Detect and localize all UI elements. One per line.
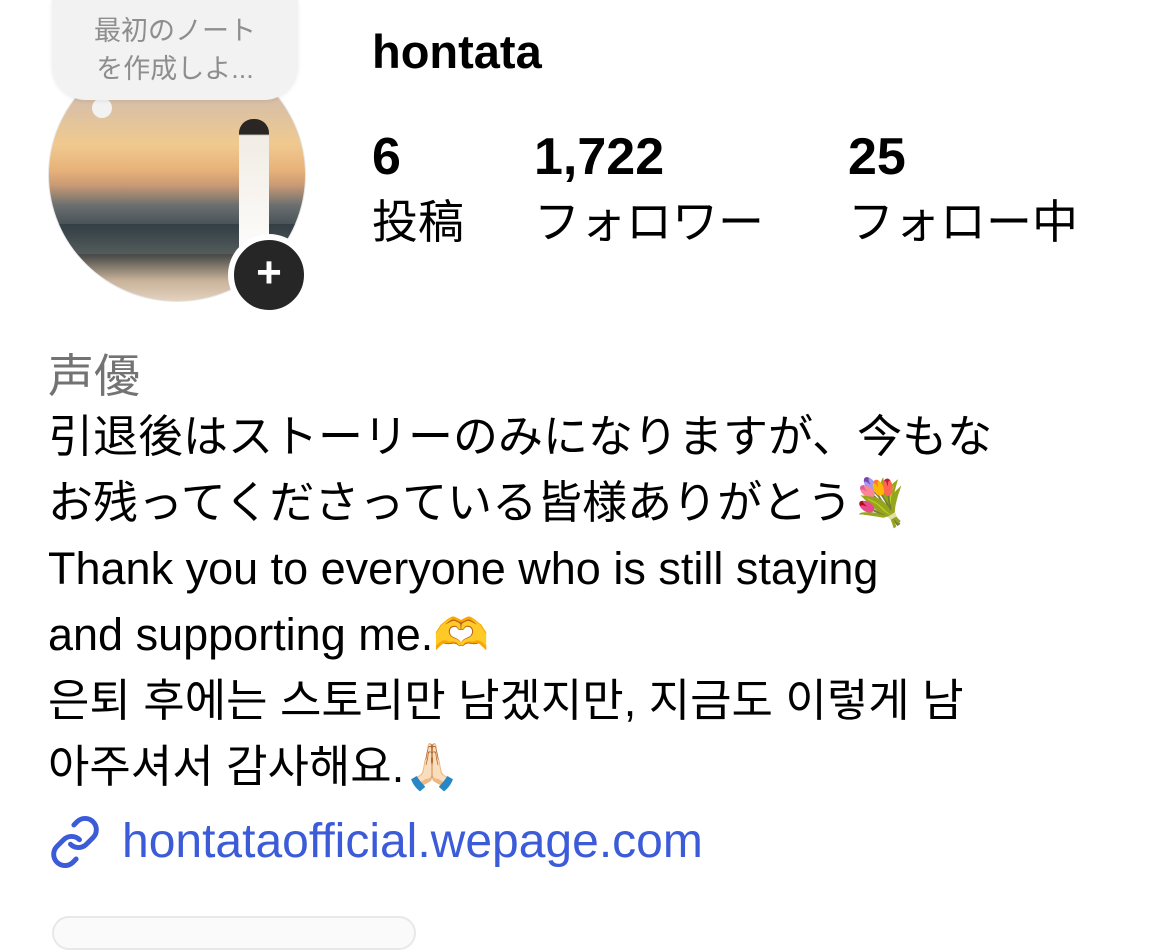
bio-line: Thank you to everyone who is still stayi… [48, 543, 879, 594]
edit-profile-button[interactable] [52, 916, 416, 950]
note-text-line2: を作成しよ... [96, 54, 254, 84]
bio-line: 引退後はストーリーのみになりますが、今もな [48, 411, 993, 462]
profile-bio: 引退後はストーリーのみになりますが、今もな お残ってくださっている皆様ありがとう… [48, 404, 1138, 800]
stat-followers-value: 1,722 [534, 128, 665, 186]
stat-posts-label: 投稿 [372, 196, 464, 248]
stat-following-value: 25 [848, 128, 906, 186]
note-text-line1: 最初のノート [94, 16, 256, 46]
profile-link[interactable]: hontataofficial.wepage.com [48, 814, 703, 869]
stat-posts[interactable]: 6 投稿 [372, 128, 464, 250]
add-story-button[interactable]: + [228, 234, 310, 316]
plus-icon: + [256, 248, 282, 297]
stat-followers[interactable]: 1,722 フォロワー [534, 128, 764, 250]
bio-line: and supporting me.🫶 [48, 609, 490, 660]
link-icon [51, 815, 99, 868]
bio-line: 아주셔서 감사해요.🙏🏻 [48, 741, 461, 792]
bio-line: お残ってくださっている皆様ありがとう💐 [48, 477, 909, 528]
stat-posts-value: 6 [372, 128, 401, 186]
note-bubble[interactable]: 最初のノート を作成しよ... [52, 0, 298, 100]
stat-following[interactable]: 25 フォロー中 [848, 128, 1078, 250]
note-bubble-tail [92, 98, 112, 118]
profile-category: 声優 [48, 350, 140, 402]
profile-link-text: hontataofficial.wepage.com [122, 815, 703, 868]
bio-line: 은퇴 후에는 스토리만 남겠지만, 지금도 이렇게 남 [48, 675, 964, 726]
username: hontata [372, 25, 542, 78]
stat-followers-label: フォロワー [534, 196, 764, 248]
stat-following-label: フォロー中 [848, 196, 1078, 248]
